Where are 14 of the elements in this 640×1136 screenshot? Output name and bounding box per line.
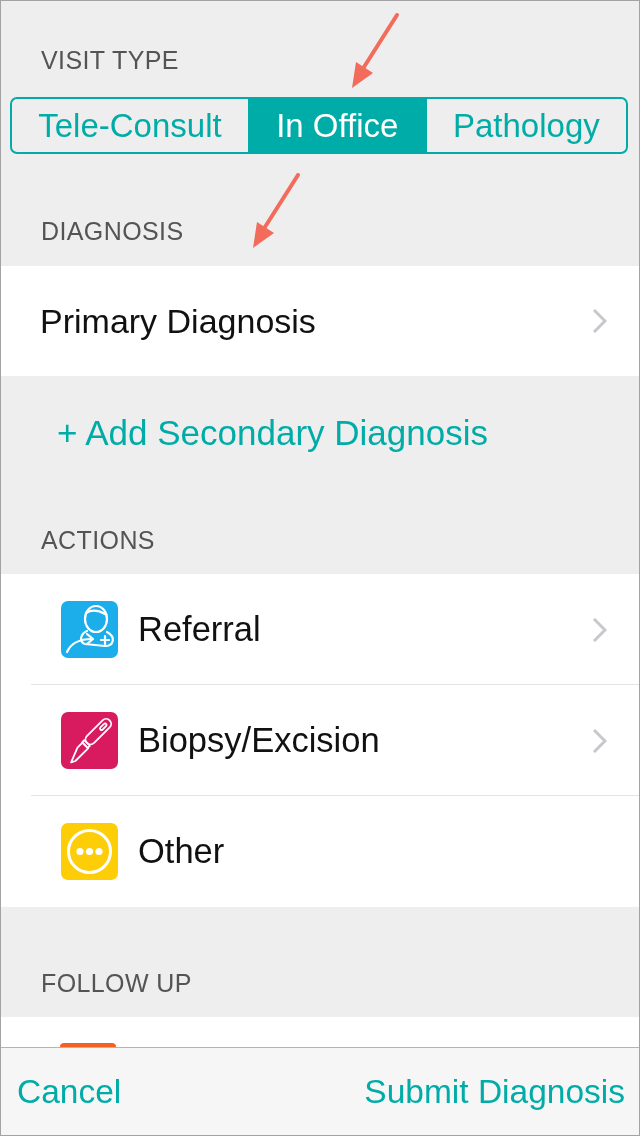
segment-tab[interactable]: Pathology [424,99,626,152]
add-diagnosis-link[interactable]: + Add Secondary Diagnosis [57,413,488,453]
section-header: ACTIONS [41,525,155,555]
action-row[interactable]: Other [1,796,639,907]
diagnosis-row[interactable]: Primary Diagnosis [1,266,639,376]
segment-tab[interactable]: In Office [247,99,425,152]
submit-button[interactable]: Submit Diagnosis [364,1072,625,1111]
section-header: DIAGNOSIS [41,216,184,246]
cancel-button[interactable]: Cancel [17,1072,122,1111]
action-row[interactable]: Referral [1,574,639,685]
section-header: FOLLOW UP [41,968,192,998]
section-header: VISIT TYPE [41,45,179,75]
action-row[interactable]: Biopsy/Excision [1,685,639,796]
segment-tab[interactable]: Tele-Consult [12,99,248,152]
